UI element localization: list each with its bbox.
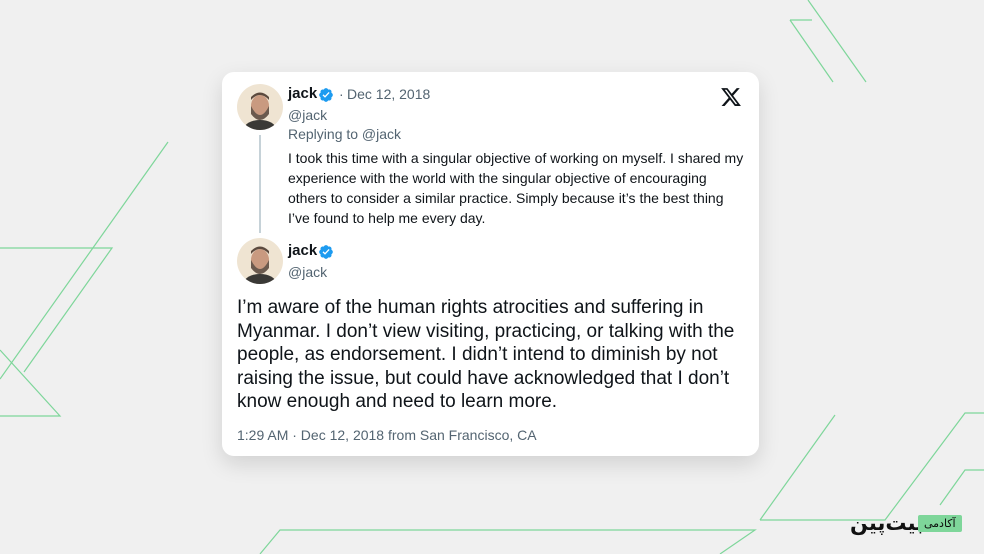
tweet-date[interactable]: Dec 12, 2018 [347,86,430,102]
author-handle[interactable]: @jack [288,107,327,123]
verified-badge-icon [319,245,333,259]
author-handle[interactable]: @jack [288,264,327,280]
tweet-metadata[interactable]: 1:29 AM · Dec 12, 2018 from San Francisc… [237,427,537,443]
avatar[interactable] [237,238,283,284]
author-name[interactable]: jack [288,85,317,102]
brand-name: بیت‌پین [850,511,925,535]
verified-badge-icon [319,88,333,102]
x-logo-icon[interactable] [720,86,742,108]
main-tweet-text: I’m aware of the human rights atrocities… [237,297,735,412]
author-name[interactable]: jack [288,242,317,259]
reply-tweet-text: I took this time with a singular objecti… [288,150,744,226]
thread-connector [259,135,261,233]
date-separator: · [339,86,344,102]
tweet-card: jack · Dec 12, 2018 @jack Replying to @j… [222,72,759,456]
brand-tag: آکادمی [918,515,962,532]
avatar[interactable] [237,84,283,130]
replying-to[interactable]: Replying to @jack [288,126,401,142]
